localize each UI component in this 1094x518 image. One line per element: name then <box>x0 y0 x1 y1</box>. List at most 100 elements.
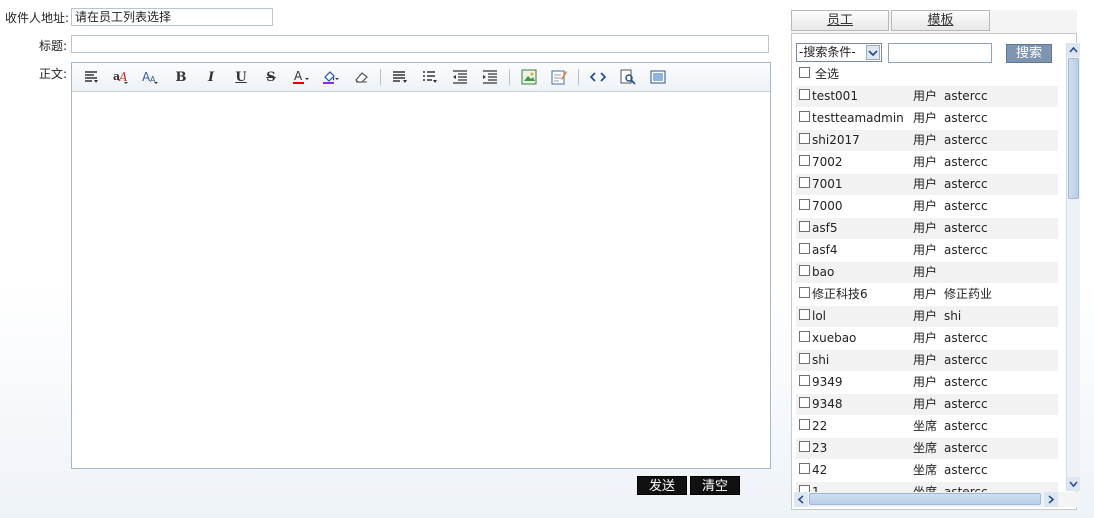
employee-group: astercc <box>944 111 988 125</box>
italic-icon[interactable]: I <box>196 66 226 88</box>
row-checkbox[interactable] <box>799 177 810 188</box>
row-checkbox[interactable] <box>799 331 810 342</box>
table-row[interactable]: 7002 用户 astercc <box>796 152 1058 173</box>
table-row[interactable]: 42 坐席 astercc <box>796 460 1058 481</box>
scroll-thumb-horizontal[interactable] <box>809 493 1041 505</box>
recipient-picker-panel: 员工 模板 -搜索条件- 搜索 全选 test001 用户 astercc testt… <box>791 10 1077 510</box>
row-checkbox[interactable] <box>799 89 810 100</box>
bold-icon[interactable]: B <box>166 66 196 88</box>
employee-name: 42 <box>812 463 828 477</box>
employee-name: 修正科技6 <box>812 287 868 301</box>
row-checkbox[interactable] <box>799 375 810 386</box>
body-label: 正文: <box>38 67 67 81</box>
edit-icon[interactable] <box>544 66 574 88</box>
image-icon[interactable] <box>514 66 544 88</box>
table-row[interactable]: lol 用户 shi <box>796 306 1058 327</box>
table-row[interactable]: 9348 用户 astercc <box>796 394 1058 415</box>
row-checkbox[interactable] <box>799 463 810 474</box>
subject-label: 标题: <box>38 39 67 53</box>
send-button[interactable]: 发送 <box>637 476 687 495</box>
row-checkbox[interactable] <box>799 155 810 166</box>
employee-name: 9349 <box>812 375 843 389</box>
font-family-icon[interactable]: aA <box>106 66 136 88</box>
table-row[interactable]: shi2017 用户 astercc <box>796 130 1058 151</box>
strikethrough-icon[interactable]: S <box>256 66 286 88</box>
employee-type: 用户 <box>913 265 938 279</box>
paragraph-format-icon[interactable] <box>76 66 106 88</box>
outdent-icon[interactable] <box>445 66 475 88</box>
table-row[interactable]: 22 坐席 astercc <box>796 416 1058 437</box>
tab-templates[interactable]: 模板 <box>891 10 990 31</box>
recipient-field[interactable]: 请在员工列表选择 <box>71 8 273 26</box>
highlight-color-icon[interactable] <box>316 66 346 88</box>
employee-name: xuebao <box>812 331 857 345</box>
row-checkbox[interactable] <box>799 111 810 122</box>
scroll-thumb[interactable] <box>1068 58 1079 199</box>
table-row[interactable]: 9349 用户 astercc <box>796 372 1058 393</box>
eraser-icon[interactable] <box>346 66 376 88</box>
employee-group: astercc <box>944 331 988 345</box>
row-checkbox[interactable] <box>799 221 810 232</box>
preview-icon[interactable] <box>613 66 643 88</box>
table-row[interactable]: 7001 用户 astercc <box>796 174 1058 195</box>
row-checkbox[interactable] <box>799 419 810 430</box>
employee-group: 修正药业 <box>944 287 993 301</box>
scroll-up-icon[interactable] <box>1067 43 1080 57</box>
employee-group: astercc <box>944 463 988 477</box>
employee-type: 用户 <box>913 221 938 235</box>
recipient-label: 收件人地址: <box>4 11 69 25</box>
align-icon[interactable] <box>385 66 415 88</box>
row-checkbox[interactable] <box>799 397 810 408</box>
employee-group: astercc <box>944 221 988 235</box>
scroll-right-icon[interactable] <box>1044 492 1058 507</box>
table-row[interactable]: 7000 用户 astercc <box>796 196 1058 217</box>
row-checkbox[interactable] <box>799 133 810 144</box>
row-checkbox[interactable] <box>799 441 810 452</box>
employee-type: 坐席 <box>913 419 938 433</box>
employee-group: astercc <box>944 133 988 147</box>
subject-field[interactable] <box>71 35 769 53</box>
scroll-left-icon[interactable] <box>794 492 808 507</box>
table-row[interactable]: 23 坐席 astercc <box>796 438 1058 459</box>
font-size-icon[interactable]: AA <box>136 66 166 88</box>
fullscreen-icon[interactable] <box>643 66 673 88</box>
search-button[interactable]: 搜索 <box>1006 44 1052 63</box>
tab-employees[interactable]: 员工 <box>791 10 889 31</box>
font-color-icon[interactable]: A <box>286 66 316 88</box>
employee-group: astercc <box>944 243 988 257</box>
rich-text-editor: aA AA B I U S A <box>71 62 771 469</box>
scroll-down-icon[interactable] <box>1067 477 1080 491</box>
editor-content-area[interactable] <box>72 92 770 468</box>
editor-toolbar: aA AA B I U S A <box>72 63 770 92</box>
search-condition-select[interactable]: -搜索条件- <box>796 43 882 62</box>
employee-group: astercc <box>944 419 988 433</box>
table-row[interactable]: xuebao 用户 astercc <box>796 328 1058 349</box>
toolbar-separator <box>578 69 579 85</box>
table-row[interactable]: 修正科技6 用户 修正药业 <box>796 284 1058 305</box>
search-input[interactable] <box>888 43 992 63</box>
row-checkbox[interactable] <box>799 265 810 276</box>
horizontal-scrollbar[interactable] <box>794 492 1058 507</box>
row-checkbox[interactable] <box>799 199 810 210</box>
employee-type: 用户 <box>913 331 938 345</box>
table-row[interactable]: bao 用户 <box>796 262 1058 283</box>
select-all-checkbox[interactable] <box>799 67 810 78</box>
table-row[interactable]: asf4 用户 astercc <box>796 240 1058 261</box>
row-checkbox[interactable] <box>799 309 810 320</box>
table-row[interactable]: test001 用户 astercc <box>796 86 1058 107</box>
employee-group: astercc <box>944 375 988 389</box>
table-row[interactable]: asf5 用户 astercc <box>796 218 1058 239</box>
list-icon[interactable] <box>415 66 445 88</box>
row-checkbox[interactable] <box>799 353 810 364</box>
row-checkbox[interactable] <box>799 243 810 254</box>
clear-button[interactable]: 清空 <box>690 476 740 495</box>
employee-type: 用户 <box>913 199 938 213</box>
underline-icon[interactable]: U <box>226 66 256 88</box>
table-row[interactable]: shi 用户 astercc <box>796 350 1058 371</box>
employee-list: -搜索条件- 搜索 全选 test001 用户 astercc testteamadm… <box>791 33 1077 510</box>
source-code-icon[interactable] <box>583 66 613 88</box>
vertical-scrollbar[interactable] <box>1066 43 1080 491</box>
table-row[interactable]: testteamadmin 用户 astercc <box>796 108 1058 129</box>
row-checkbox[interactable] <box>799 287 810 298</box>
indent-icon[interactable] <box>475 66 505 88</box>
